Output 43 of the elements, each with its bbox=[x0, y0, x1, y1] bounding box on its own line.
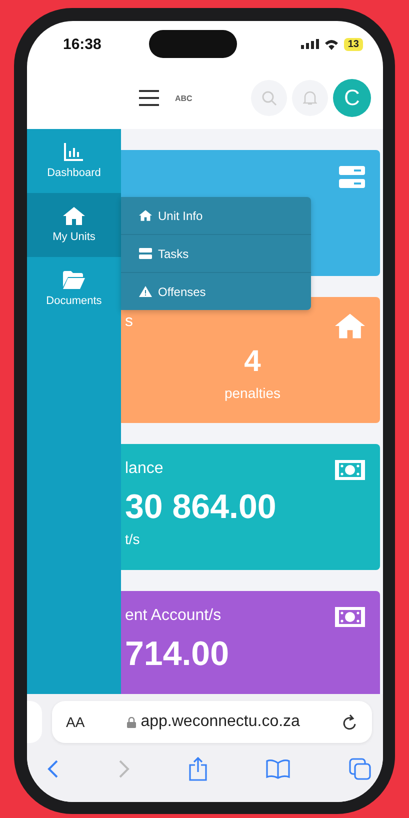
card-caption: penalties bbox=[224, 385, 281, 401]
server-icon bbox=[139, 248, 152, 259]
tabs-icon[interactable] bbox=[349, 758, 371, 780]
url-text: app.weconnectu.co.za bbox=[84, 713, 342, 731]
bell-icon bbox=[303, 90, 317, 106]
submenu-item[interactable]: Tasks bbox=[121, 235, 311, 273]
address-bar[interactable]: AA app.weconnectu.co.za bbox=[52, 701, 372, 743]
search-icon bbox=[261, 90, 277, 106]
forward-icon[interactable] bbox=[118, 759, 130, 779]
text-size-button[interactable]: AA bbox=[66, 714, 85, 730]
lock-icon bbox=[126, 716, 136, 728]
warning-icon bbox=[139, 286, 152, 297]
bar-chart-icon bbox=[64, 143, 84, 161]
home-icon bbox=[63, 207, 85, 225]
avatar-button[interactable]: C bbox=[333, 79, 371, 117]
logo-text: ABC bbox=[175, 94, 192, 102]
card-title: lance bbox=[125, 460, 164, 478]
status-time: 16:38 bbox=[63, 36, 102, 52]
reload-icon[interactable] bbox=[342, 714, 358, 730]
sidebar-item[interactable]: Documents bbox=[27, 257, 121, 321]
card-title: s bbox=[125, 313, 133, 331]
banknote-icon bbox=[335, 460, 365, 480]
signal-icon bbox=[300, 39, 319, 49]
card-title: ent Account/s bbox=[125, 607, 222, 625]
book-icon[interactable] bbox=[266, 759, 290, 779]
sidebar-item[interactable]: Dashboard bbox=[27, 129, 121, 193]
back-icon[interactable] bbox=[47, 759, 59, 779]
card-caption: t/s bbox=[125, 531, 140, 547]
card-value: 714.00 bbox=[125, 635, 229, 674]
home-icon bbox=[335, 313, 365, 339]
wifi-icon bbox=[324, 38, 339, 50]
server-icon bbox=[339, 166, 365, 188]
share-icon[interactable] bbox=[189, 757, 207, 781]
submenu-item[interactable]: Unit Info bbox=[121, 197, 311, 235]
battery-level: 13 bbox=[344, 38, 363, 50]
menu-icon[interactable] bbox=[139, 90, 159, 106]
banknote-icon bbox=[335, 607, 365, 627]
sidebar-item[interactable]: My Units bbox=[27, 193, 121, 257]
card-value: 4 bbox=[244, 345, 261, 379]
folder-icon bbox=[63, 271, 85, 289]
card-value: 30 864.00 bbox=[125, 488, 276, 527]
home-icon bbox=[139, 210, 152, 221]
submenu-item[interactable]: Offenses bbox=[121, 273, 311, 310]
